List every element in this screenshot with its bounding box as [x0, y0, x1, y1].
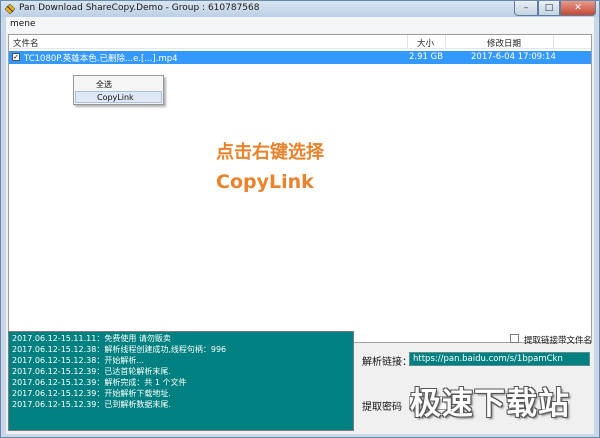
minimize-icon: – [523, 3, 529, 13]
column-header-filename[interactable]: 文件名 [13, 37, 39, 49]
watermark: 极速下载站 [410, 386, 570, 422]
maximize-button[interactable]: □ [538, 1, 560, 16]
log-panel[interactable]: 2017.06.12-15.11.11：免费使用 请勿贩卖 2017.06.12… [8, 331, 354, 431]
log-line: 2017.06.12-15.12.39：解析完成：共 1 个文件 [12, 378, 187, 387]
file-date-cell: 2017-6-04 17:09:14 [471, 52, 556, 62]
log-line: 2017.06.12-15.12.38：解析线程创建成功,线程句柄：996 [12, 345, 227, 354]
log-line: 2017.06.12-15.12.39：已到解析数据末尾. [12, 400, 171, 409]
table-row[interactable]: ✓ TC1080P.英雄本色.已删除...e.[...].mp4 2.91 GB… [9, 51, 591, 64]
client-area: mene 文件名 大小 修改日期 ✓ TC1080P.英雄本色.已删除...e.… [6, 17, 594, 434]
column-divider[interactable] [553, 35, 554, 49]
row-checkbox[interactable]: ✓ [12, 53, 20, 61]
with-filename-label: 提取链接带文件名 [524, 336, 593, 346]
column-header-modified[interactable]: 修改日期 [487, 37, 521, 49]
with-filename-checkbox[interactable] [510, 334, 519, 343]
column-header-size[interactable]: 大小 [417, 37, 434, 49]
menu-item-label: CopyLink [97, 93, 134, 102]
link-field[interactable]: https://pan.baidu.com/s/1bpamCkn [409, 352, 590, 366]
menu-item-mene[interactable]: mene [10, 19, 36, 29]
context-menu-item-select-all[interactable]: 全选 [75, 78, 162, 90]
context-menu-item-copylink[interactable]: CopyLink [75, 91, 162, 103]
log-line: 2017.06.12-15.12.39：已达首轮解析末尾. [12, 367, 171, 376]
menu-bar: mene [6, 17, 594, 33]
log-line: 2017.06.12-15.11.11：免费使用 请勿贩卖 [12, 334, 171, 343]
column-divider[interactable] [445, 35, 446, 49]
log-line: 2017.06.12-15.12.39：开始解析下载地址. [12, 389, 171, 398]
password-label: 提取密码 [362, 402, 402, 413]
close-icon: ✕ [574, 3, 582, 13]
close-button[interactable]: ✕ [560, 1, 596, 16]
file-name-cell: TC1080P.英雄本色.已删除...e.[...].mp4 [24, 54, 178, 64]
file-list[interactable]: 文件名 大小 修改日期 ✓ TC1080P.英雄本色.已删除...e.[...]… [8, 34, 592, 343]
file-size-cell: 2.91 GB [409, 52, 444, 62]
log-line: 2017.06.12-15.12.38：开始解析... [12, 356, 144, 365]
menu-item-label: 全选 [96, 80, 112, 89]
link-label: 解析链接： [362, 357, 412, 368]
maximize-icon: □ [544, 3, 554, 13]
column-divider[interactable] [407, 35, 408, 49]
window-title: Pan Download ShareCopy.Demo - Group : 61… [19, 3, 260, 13]
app-window: Pan Download ShareCopy.Demo - Group : 61… [0, 0, 600, 438]
title-bar[interactable]: Pan Download ShareCopy.Demo - Group : 61… [1, 1, 599, 17]
annotation-instruction: 点击右键选择 [216, 142, 324, 163]
app-icon [5, 4, 15, 14]
context-menu: 全选 CopyLink [73, 75, 164, 105]
list-header: 文件名 大小 修改日期 [9, 35, 591, 49]
annotation-copylink: CopyLink [216, 171, 314, 193]
minimize-button[interactable]: – [514, 1, 538, 16]
